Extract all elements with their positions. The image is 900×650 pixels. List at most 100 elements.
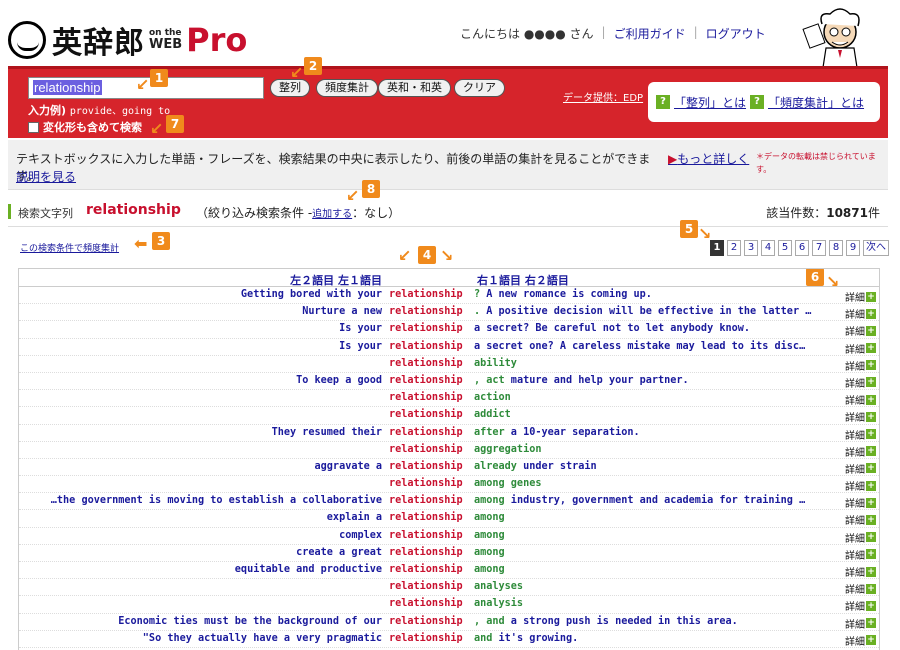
right-context: among bbox=[474, 547, 505, 558]
nav-logout-link[interactable]: ログアウト bbox=[706, 25, 766, 42]
clear-button[interactable]: クリア bbox=[454, 79, 505, 97]
left-context: aggravate a bbox=[314, 460, 382, 472]
page-4[interactable]: 4 bbox=[761, 240, 775, 256]
page-8[interactable]: 8 bbox=[829, 240, 843, 256]
left-context: explain a bbox=[326, 512, 382, 524]
frequency-by-condition-link[interactable]: この検索条件で頻度集計 bbox=[20, 241, 119, 254]
table-row: complex relationship among 詳細 + bbox=[19, 528, 879, 545]
detail-button[interactable]: 詳細 + bbox=[845, 375, 876, 390]
plus-icon: + bbox=[866, 308, 876, 319]
detail-label: 詳細 bbox=[845, 533, 865, 545]
plus-icon: + bbox=[866, 514, 876, 525]
help-frequency-link[interactable]: 「頻度集計」とは bbox=[768, 94, 864, 111]
right-first-words: among bbox=[474, 529, 505, 541]
plus-icon: + bbox=[866, 446, 876, 457]
search-string-word: relationship bbox=[86, 202, 181, 218]
detail-button[interactable]: 詳細 + bbox=[845, 495, 876, 510]
detail-label: 詳細 bbox=[845, 430, 865, 442]
plus-icon: + bbox=[866, 600, 876, 611]
right-context: among genes bbox=[474, 478, 541, 489]
filter-prefix: （絞り込み検索条件 - bbox=[196, 206, 313, 220]
detail-label: 詳細 bbox=[845, 327, 865, 339]
table-row: To keep a good relationship , act mature a… bbox=[19, 373, 879, 391]
detail-button[interactable]: 詳細 + bbox=[845, 512, 876, 527]
more-details-link[interactable]: ▶もっと詳しく bbox=[668, 150, 749, 167]
add-filter-link[interactable]: 追加する bbox=[312, 209, 352, 220]
detail-label: 詳細 bbox=[845, 482, 865, 494]
next-page[interactable]: 次へ bbox=[863, 240, 889, 256]
detail-button[interactable]: 詳細 + bbox=[845, 461, 876, 476]
variant-checkbox[interactable] bbox=[28, 121, 39, 133]
description-text: テキストボックスに入力した単語・フレーズを、検索結果の中央に表示したり、前後の単… bbox=[16, 152, 651, 183]
right-first-words: among bbox=[474, 512, 505, 524]
page-5[interactable]: 5 bbox=[778, 240, 792, 256]
detail-button[interactable]: 詳細 + bbox=[845, 306, 876, 321]
plus-icon: + bbox=[866, 343, 876, 354]
plus-icon: + bbox=[866, 635, 876, 646]
detail-button[interactable]: 詳細 + bbox=[845, 581, 876, 596]
table-row: equitable and productive relationship amo… bbox=[19, 562, 879, 580]
left-context: Getting bored with your bbox=[240, 289, 382, 300]
data-provider-link[interactable]: データ提供：EDP bbox=[563, 89, 643, 104]
keyword: relationship bbox=[389, 529, 463, 541]
keyword: relationship bbox=[389, 478, 463, 490]
keyword: relationship bbox=[389, 581, 463, 593]
en-ja-button[interactable]: 英和・和英 bbox=[378, 79, 451, 97]
header: 英辞郎 on the WEB Pro こんにちは ●●●● さん | ご利用ガイ… bbox=[0, 0, 900, 75]
right-context: among bbox=[474, 530, 505, 541]
detail-button[interactable]: 詳細 + bbox=[845, 598, 876, 613]
callout-badge: 3 bbox=[152, 232, 170, 250]
detail-label: 詳細 bbox=[845, 568, 865, 579]
example-text: provide、going to bbox=[69, 106, 171, 117]
explain-link[interactable]: 説明を見る bbox=[16, 168, 76, 185]
page-1[interactable]: 1 bbox=[710, 240, 724, 256]
help-sort-link[interactable]: 「整列」とは bbox=[674, 94, 746, 111]
table-row: Economic ties must be the background of … bbox=[19, 614, 879, 631]
detail-button[interactable]: 詳細 + bbox=[845, 616, 876, 631]
right-first-words: aggregation bbox=[474, 443, 542, 455]
detail-button[interactable]: 詳細 + bbox=[845, 392, 876, 407]
page-3[interactable]: 3 bbox=[744, 240, 758, 256]
left-context: They resumed their bbox=[271, 426, 382, 438]
keyword: relationship bbox=[389, 289, 463, 300]
page-6[interactable]: 6 bbox=[795, 240, 809, 256]
right-first-words: , and bbox=[474, 615, 505, 627]
table-row: create a great relationship among 詳細 + bbox=[19, 545, 879, 562]
detail-button[interactable]: 詳細 + bbox=[845, 478, 876, 493]
table-row: Is your relationship a secret? Be careful… bbox=[19, 321, 879, 339]
detail-button[interactable]: 詳細 + bbox=[845, 633, 876, 648]
table-row: aggravate a relationship already under st… bbox=[19, 459, 879, 477]
detail-button[interactable]: 詳細 + bbox=[845, 409, 876, 424]
right-rest: A positive decision will be effective in… bbox=[480, 306, 812, 318]
detail-button[interactable]: 詳細 + bbox=[845, 564, 876, 579]
detail-button[interactable]: 詳細 + bbox=[845, 444, 876, 459]
table-row: …the government is moving to establish a… bbox=[19, 493, 879, 511]
site-logo[interactable]: 英辞郎 on the WEB Pro bbox=[8, 18, 247, 62]
right-context: ? A new romance is coming up. bbox=[474, 289, 652, 300]
detail-button[interactable]: 詳細 + bbox=[845, 547, 876, 562]
detail-button[interactable]: 詳細 + bbox=[845, 289, 876, 304]
results-header: 左２語目 左１語目 右１語目 右２語目 bbox=[19, 269, 879, 287]
triangle-right-icon: ▶ bbox=[668, 152, 678, 166]
variant-checkbox-row[interactable]: 変化形も含めて検索 bbox=[28, 119, 142, 135]
right-first-words: analyses bbox=[474, 581, 524, 593]
nav-guide-link[interactable]: ご利用ガイド bbox=[614, 25, 686, 42]
plus-icon: + bbox=[866, 394, 876, 405]
page-2[interactable]: 2 bbox=[727, 240, 741, 256]
table-row: relationship analysis 詳細 + bbox=[19, 596, 879, 614]
detail-button[interactable]: 詳細 + bbox=[845, 358, 876, 373]
right-rest: it's growing. bbox=[492, 632, 579, 644]
detail-button[interactable]: 詳細 + bbox=[845, 530, 876, 545]
results-rows: Getting bored with your relationship ? A n… bbox=[19, 287, 879, 648]
detail-button[interactable]: 詳細 + bbox=[845, 341, 876, 356]
frequency-button[interactable]: 頻度集計 bbox=[316, 79, 378, 97]
help-box: ? 「整列」とは ? 「頻度集計」とは bbox=[648, 82, 880, 122]
page-7[interactable]: 7 bbox=[812, 240, 826, 256]
page-9[interactable]: 9 bbox=[846, 240, 860, 256]
plus-icon: + bbox=[866, 583, 876, 594]
left-context: To keep a good bbox=[296, 374, 382, 386]
detail-button[interactable]: 詳細 + bbox=[845, 323, 876, 338]
detail-button[interactable]: 詳細 + bbox=[845, 427, 876, 442]
search-info-row: 検索文字列 relationship （絞り込み検索条件 -追加する：なし） 該… bbox=[8, 202, 888, 222]
right-first-words: among bbox=[474, 495, 505, 507]
